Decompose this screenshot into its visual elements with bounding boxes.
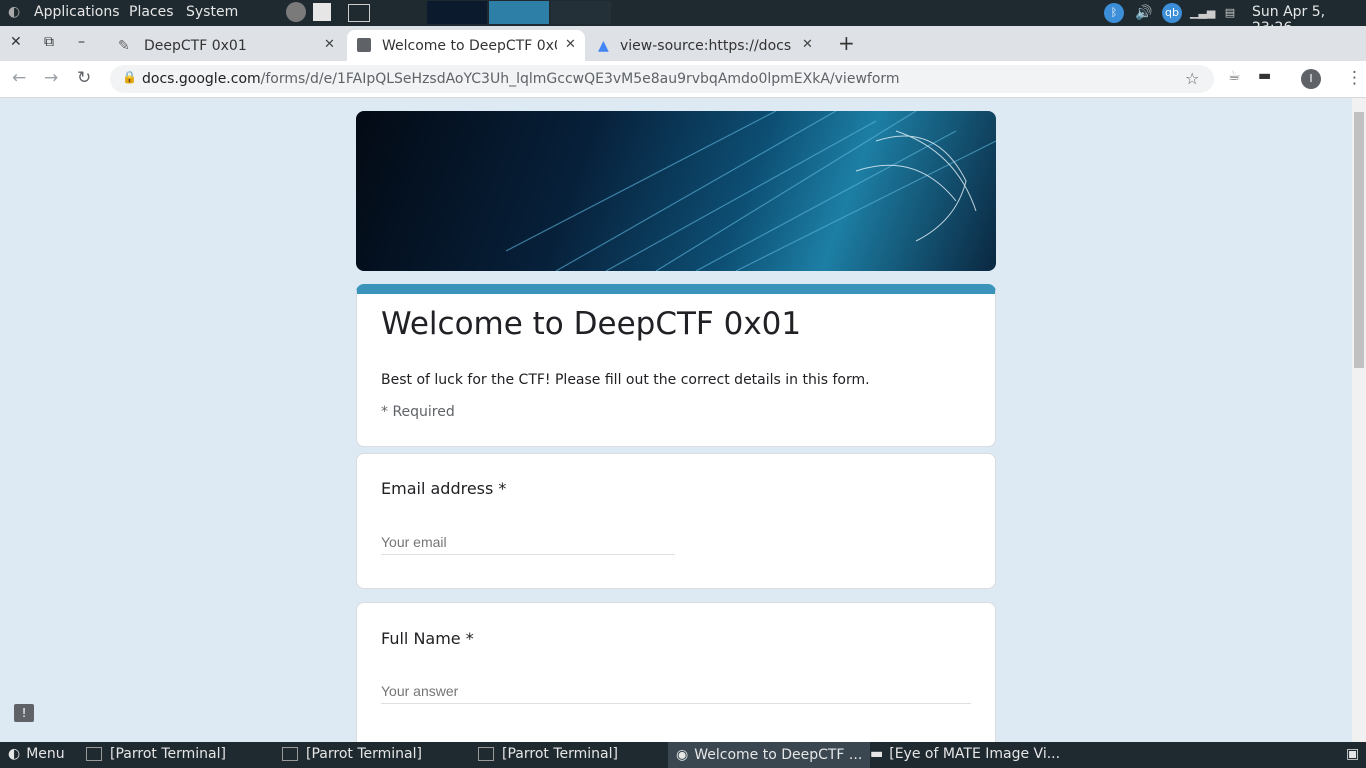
workspace-3-icon[interactable] [551,1,611,24]
places-menu[interactable]: Places [129,4,174,20]
applications-menu[interactable]: Applications [34,4,120,20]
tab-google-form[interactable]: Welcome to DeepCTF 0x0 ✕ [347,30,585,61]
tab-close-icon[interactable]: ✕ [324,37,335,52]
taskbar-item-image-viewer[interactable]: ▬ [Eye of MATE Image Vi... [870,746,1060,762]
image-viewer-icon: ▬ [870,746,884,762]
menu-button[interactable]: ◐ Menu [8,746,65,762]
window-minimize-icon[interactable]: – [78,34,85,50]
required-note: * Required [381,404,455,420]
url-text[interactable]: docs.google.com/forms/d/e/1FAIpQLSeHzsdA… [142,71,900,87]
menu-logo-icon: ◐ [8,746,21,762]
form-title: Welcome to DeepCTF 0x01 [381,306,802,342]
tab-label: DeepCTF 0x01 [144,38,247,54]
tab-close-icon[interactable]: ✕ [802,37,813,52]
taskbar-item-terminal-1[interactable]: [Parrot Terminal] [86,746,226,762]
firefox-launcher-icon[interactable] [286,2,306,22]
google-drive-favicon-icon: ▲ [598,38,609,54]
address-toolbar: ← → ↻ 🔒 docs.google.com/forms/d/e/1FAIpQ… [0,61,1366,98]
scrollbar-thumb[interactable] [1354,112,1364,368]
tab-close-icon[interactable]: ✕ [565,37,576,52]
browser-tab-bar: ✕ ⧉ – ✎ DeepCTF 0x01 ✕ Welcome to DeepCT… [0,26,1366,61]
taskbar-item-terminal-2[interactable]: [Parrot Terminal] [282,746,422,762]
new-tab-icon[interactable]: + [838,31,855,55]
bluetooth-icon[interactable]: ᛒ [1104,3,1124,23]
top-system-panel: ◐ Applications Places System ᛒ 🔊 qb ▁▃▅ … [0,0,1366,36]
form-description: Best of luck for the CTF! Please fill ou… [381,372,870,388]
tab-deepctf[interactable]: ✎ DeepCTF 0x01 ✕ [112,30,344,61]
bookmark-star-icon[interactable]: ☆ [1185,69,1199,88]
ctf-favicon-icon: ✎ [118,38,130,54]
form-header-banner-image [356,111,996,271]
profile-avatar[interactable]: I [1301,69,1321,89]
url-bar[interactable]: 🔒 docs.google.com/forms/d/e/1FAIpQLSeHzs… [110,65,1214,93]
email-field[interactable] [381,534,675,555]
email-question-label: Email address * [381,479,507,498]
full-name-question-label: Full Name * [381,629,474,648]
tab-label: view-source:https://docs. [620,38,792,54]
network-signal-icon[interactable]: ▁▃▅ [1190,3,1215,23]
back-arrow-icon[interactable]: ← [12,68,26,88]
terminal-icon [282,747,298,761]
workspace-2-icon[interactable] [489,1,549,24]
bottom-taskbar: ◐ Menu [Parrot Terminal] [Parrot Terminal… [0,742,1366,768]
feedback-icon[interactable]: ! [14,704,34,722]
tab-label: Welcome to DeepCTF 0x0 [382,38,557,54]
tab-view-source[interactable]: ▲ view-source:https://docs. ✕ [590,30,822,61]
qbittorrent-icon[interactable]: qb [1162,3,1182,23]
show-desktop-icon[interactable]: ▣ [1346,746,1359,762]
google-forms-favicon-icon [357,38,371,52]
question-card-email: Email address * [356,453,996,589]
browser-menu-icon[interactable]: ⋮ [1346,68,1363,88]
full-name-field[interactable] [381,683,971,704]
question-card-full-name: Full Name * [356,602,996,742]
clipboard-icon[interactable]: ▤ [1220,3,1240,23]
page-scrollbar[interactable] [1352,98,1366,742]
chrome-icon: ◉ [676,747,689,763]
window-restore-icon[interactable]: ⧉ [44,34,54,50]
forward-arrow-icon[interactable]: → [44,68,58,88]
taskbar-item-browser[interactable]: ◉ Welcome to DeepCTF ... [668,742,871,768]
lock-icon[interactable]: 🔒 [122,70,137,84]
parrot-logo-icon[interactable]: ◐ [8,4,20,20]
workspace-1-icon[interactable] [427,1,487,24]
banner-graphic [505,111,996,271]
terminal-icon [86,747,102,761]
text-editor-launcher-icon[interactable] [313,3,331,21]
java-extension-icon[interactable]: ☕ [1228,68,1241,84]
terminal-icon [478,747,494,761]
system-menu[interactable]: System [186,4,238,20]
page-content: Welcome to DeepCTF 0x01 Best of luck for… [0,98,1352,742]
form-title-card: Welcome to DeepCTF 0x01 Best of luck for… [356,284,996,447]
taskbar-item-terminal-3[interactable]: [Parrot Terminal] [478,746,618,762]
terminal-launcher-icon[interactable] [348,4,370,22]
mask-extension-icon[interactable]: ▬ [1258,68,1271,84]
window-close-icon[interactable]: ✕ [10,34,22,50]
reload-icon[interactable]: ↻ [77,68,91,88]
volume-icon[interactable]: 🔊 [1134,3,1154,23]
